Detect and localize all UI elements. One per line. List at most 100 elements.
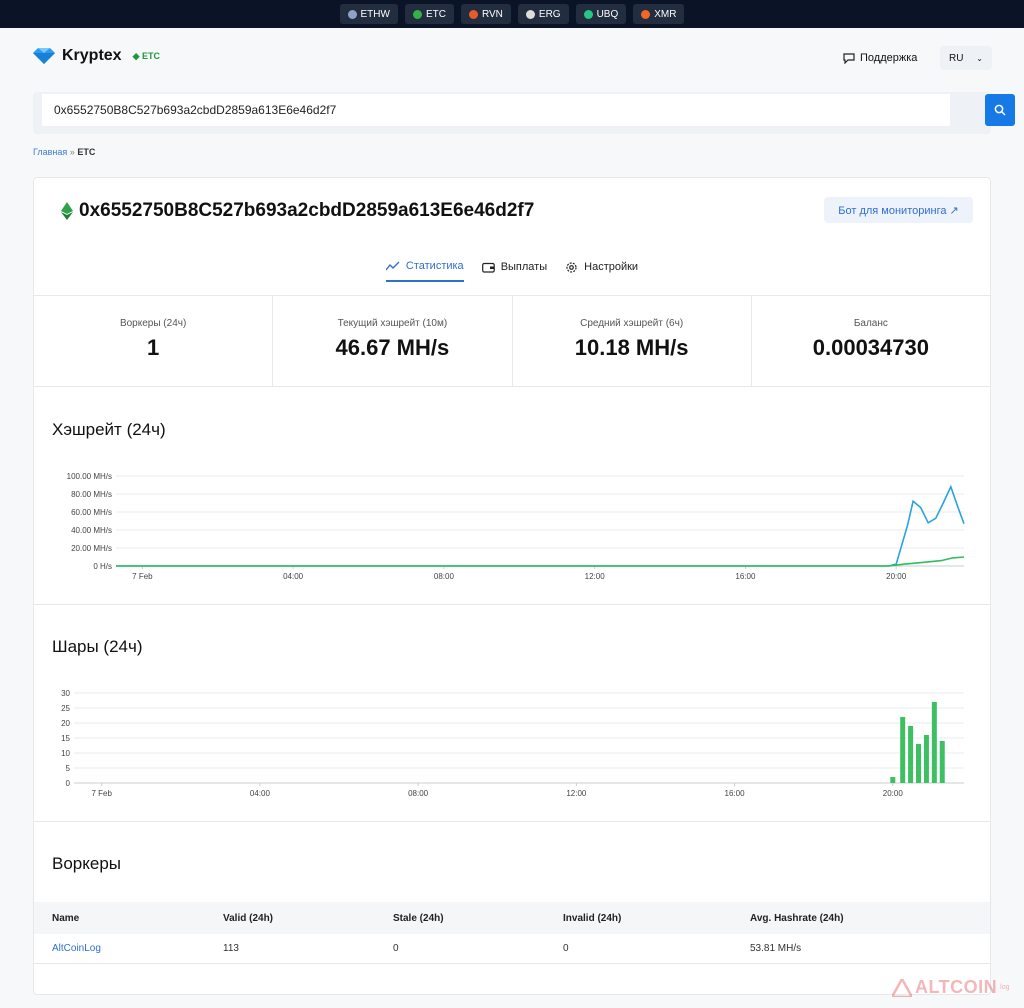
coin-tab-ethw[interactable]: ETHW xyxy=(339,4,398,24)
x-tick-label: 16:00 xyxy=(735,572,756,581)
y-tick-label: 40.00 MH/s xyxy=(71,526,112,535)
y-tick-label: 15 xyxy=(61,734,70,743)
x-tick-label: 16:00 xyxy=(725,789,746,798)
column-header: Avg. Hashrate (24h) xyxy=(750,912,844,924)
wallet-icon xyxy=(481,262,495,273)
search-button[interactable] xyxy=(985,94,1015,126)
column-header: Name xyxy=(52,912,80,924)
watermark-suffix: log xyxy=(1000,984,1010,991)
tab-statistics-label: Статистика xyxy=(405,260,464,272)
coin-label: ETHW xyxy=(360,8,390,20)
ethw-icon xyxy=(347,9,357,19)
stat-balance: Баланс 0.00034730 xyxy=(752,296,990,386)
shares-bar xyxy=(916,744,922,783)
stat-label: Воркеры (24ч) xyxy=(119,318,187,329)
x-tick-label: 12:00 xyxy=(566,789,587,798)
watermark-logo-icon xyxy=(892,978,912,997)
column-header: Valid (24h) xyxy=(223,912,274,924)
stat-label: Средний хэшрейт (6ч) xyxy=(580,318,684,329)
watermark-text: ALTCOIN xyxy=(915,977,998,997)
x-tick-label: 04:00 xyxy=(283,572,304,581)
coin-tab-erg[interactable]: ERG xyxy=(517,4,569,24)
xmr-icon xyxy=(641,9,651,19)
monitoring-bot-button[interactable]: Бот для мониторинга ↗ xyxy=(824,197,973,223)
shares-bar xyxy=(939,741,945,783)
breadcrumb-home[interactable]: Главная xyxy=(33,147,67,157)
search-bar xyxy=(33,92,1015,134)
chat-icon xyxy=(843,52,855,64)
worker-stale: 0 xyxy=(393,943,399,954)
worker-hashrate: 53.81 MH/s xyxy=(750,943,802,954)
shares-bar xyxy=(923,735,929,783)
column-header: Invalid (24h) xyxy=(563,912,622,924)
stat-value: 46.67 MH/s xyxy=(335,335,450,360)
shares-bar xyxy=(931,702,937,783)
x-tick-label: 7 Feb xyxy=(132,572,153,581)
search-input[interactable] xyxy=(42,94,950,126)
etc-icon xyxy=(412,9,422,19)
stat-value: 10.18 MH/s xyxy=(574,335,689,360)
tab-settings[interactable]: Настройки xyxy=(565,260,638,282)
shares-chart: 0 5 10 15 20 25 30 7 Feb 04:00 08:00 12:00 16:00 20:… xyxy=(61,689,964,798)
stat-current-hashrate: Текущий хэшрейт (10м) 46.67 MH/s xyxy=(273,296,513,386)
y-tick-label: 20 xyxy=(61,719,70,728)
y-tick-label: 10 xyxy=(61,749,70,758)
worker-name-link[interactable]: AltCoinLog xyxy=(52,943,101,954)
coin-tab-etc[interactable]: ETC xyxy=(404,4,454,24)
watermark: ALTCOIN log xyxy=(892,977,1010,998)
shares-bar xyxy=(900,717,906,783)
header: Kryptex ◆ ETC Поддержка RU ⌄ xyxy=(0,28,1024,88)
x-tick-label: 7 Feb xyxy=(91,789,112,798)
stat-label: Баланс xyxy=(853,318,888,329)
y-tick-label: 20.00 MH/s xyxy=(71,544,112,553)
x-tick-label: 08:00 xyxy=(434,572,455,581)
coin-bar: ETHW ETC RVN ERG UBQ XMR xyxy=(0,0,1024,28)
coin-tab-ubq[interactable]: UBQ xyxy=(575,4,627,24)
worker-valid: 113 xyxy=(223,943,239,954)
hashrate-series-line-0 xyxy=(116,484,965,567)
search-icon xyxy=(994,104,1006,116)
workers-table: Name Valid (24h) Stale (24h) Invalid (24… xyxy=(34,902,990,964)
section-divider xyxy=(34,604,990,605)
coin-tab-xmr[interactable]: XMR xyxy=(633,4,685,24)
y-tick-label: 25 xyxy=(61,704,70,713)
shares-bar xyxy=(908,726,914,783)
tab-settings-label: Настройки xyxy=(584,261,639,273)
y-tick-label: 0 H/s xyxy=(93,562,112,571)
y-tick-label: 30 xyxy=(61,689,70,698)
worker-invalid: 0 xyxy=(563,943,569,954)
stats-row: Воркеры (24ч) 1 Текущий хэшрейт (10м) 46… xyxy=(34,295,990,387)
brand-name: Kryptex xyxy=(62,47,122,64)
wallet-address: 0x6552750B8C527b693a2cbdD2859a613E6e46d2… xyxy=(79,200,535,221)
x-tick-label: 20:00 xyxy=(883,789,904,798)
coin-label: UBQ xyxy=(596,8,619,20)
y-tick-label: 5 xyxy=(66,764,71,773)
x-tick-label: 08:00 xyxy=(408,789,429,798)
column-header: Stale (24h) xyxy=(393,912,444,924)
support-link[interactable]: Поддержка xyxy=(843,52,917,64)
coin-tab-rvn[interactable]: RVN xyxy=(460,4,511,24)
language-select[interactable]: RU ⌄ xyxy=(940,46,992,70)
ubq-icon xyxy=(583,9,593,19)
table-header: Name Valid (24h) Stale (24h) Invalid (24… xyxy=(34,902,990,934)
wallet-heading: 0x6552750B8C527b693a2cbdD2859a613E6e46d2… xyxy=(61,200,534,222)
coin-label: ERG xyxy=(538,8,561,20)
chevron-down-icon: ⌄ xyxy=(976,53,983,63)
stat-workers: Воркеры (24ч) 1 xyxy=(34,296,274,386)
y-tick-label: 100.00 MH/s xyxy=(67,472,112,481)
workers-section-title: Воркеры xyxy=(52,854,122,873)
tab-payouts[interactable]: Выплаты xyxy=(481,260,547,282)
tab-statistics[interactable]: Статистика xyxy=(385,260,464,282)
etc-icon xyxy=(61,202,73,220)
y-tick-label: 80.00 MH/s xyxy=(71,490,112,499)
breadcrumb: Главная » ETC xyxy=(33,147,95,157)
x-tick-label: 12:00 xyxy=(585,572,606,581)
x-tick-label: 20:00 xyxy=(886,572,907,581)
support-label: Поддержка xyxy=(860,52,918,64)
coin-label: XMR xyxy=(654,8,677,20)
coin-label: ETC xyxy=(425,8,446,20)
brand-tag: ◆ ETC xyxy=(132,50,160,61)
logo[interactable]: Kryptex ◆ ETC xyxy=(33,47,160,65)
gear-icon xyxy=(566,261,577,273)
language-value: RU xyxy=(949,52,964,64)
